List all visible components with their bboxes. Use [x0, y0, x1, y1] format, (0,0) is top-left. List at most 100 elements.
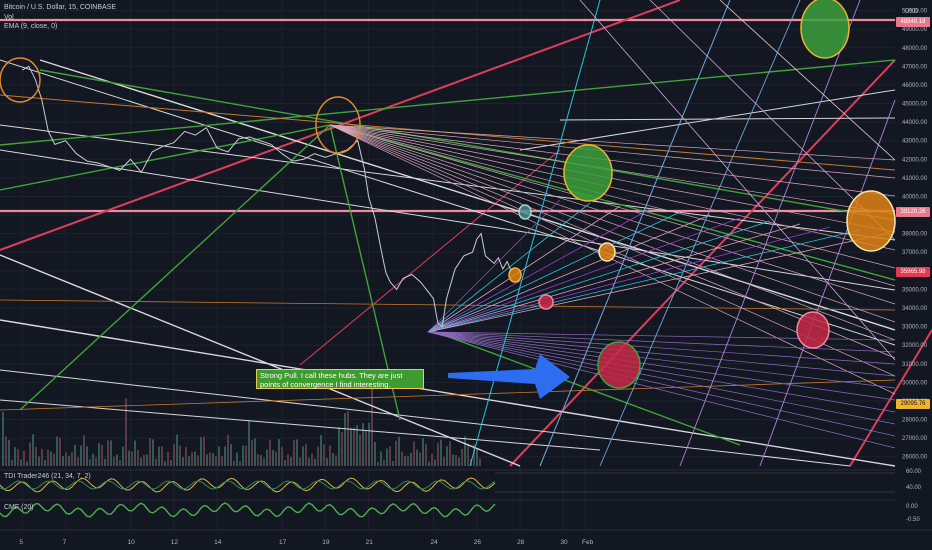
volume-bar	[323, 444, 325, 466]
volume-bar	[398, 436, 400, 466]
hub-circle-orange-filled	[846, 190, 896, 252]
volume-bar	[245, 445, 247, 466]
volume-bar	[431, 454, 433, 466]
ema-label: EMA (9, close, 0)	[4, 23, 58, 30]
volume-bar	[359, 434, 361, 466]
x-tick-label: 14	[214, 539, 222, 546]
volume-bar	[335, 455, 337, 466]
volume-bar	[44, 459, 46, 466]
volume-bar	[428, 461, 430, 466]
blue-arrow	[448, 354, 570, 399]
volume-bar	[419, 452, 421, 466]
y-tick-label: 43000.00	[902, 139, 928, 145]
x-tick-label: 30	[560, 539, 568, 546]
volume-bar	[74, 444, 76, 466]
volume-bar	[122, 446, 124, 466]
volume-bar	[221, 456, 223, 466]
volume-bar	[404, 455, 406, 466]
volume-bar	[104, 459, 106, 466]
volume-bar	[98, 443, 100, 466]
volume-bar	[467, 443, 469, 466]
y-tick-label: 37000.00	[902, 250, 928, 256]
hub-circle-orange	[0, 57, 41, 103]
indicator-tick-label: 40.00	[906, 485, 922, 491]
volume-label: Vol	[4, 14, 14, 21]
price-label-48940: 48940.18	[896, 17, 930, 27]
volume-bar	[377, 461, 379, 466]
volume-bar	[218, 446, 220, 466]
volume-bar	[155, 458, 157, 466]
y-tick-label: 49000.00	[902, 27, 928, 33]
volume-bar	[41, 448, 43, 466]
volume-bar	[143, 454, 145, 466]
volume-bar	[416, 449, 418, 466]
chart-canvas: 50000.0049000.0048000.0047000.0046000.00…	[0, 0, 932, 546]
volume-bar	[92, 453, 94, 466]
volume-bar	[152, 439, 154, 466]
volume-bar	[83, 435, 85, 466]
volume-bar	[203, 436, 205, 466]
volume-bar	[434, 459, 436, 466]
volume-bar	[191, 452, 193, 466]
volume-bar	[272, 449, 274, 466]
volume-bar	[440, 439, 442, 466]
y-tick-label: 34000.00	[902, 306, 928, 312]
volume-bar	[368, 422, 370, 466]
volume-bar	[26, 461, 28, 466]
low-fan-line	[427, 331, 896, 437]
volume-bar	[479, 458, 481, 466]
y-tick-label: 27000.00	[902, 436, 928, 442]
volume-bar	[422, 438, 424, 466]
blue-trend-line	[539, 0, 731, 467]
volume-bar	[17, 449, 19, 466]
volume-bar	[455, 454, 457, 466]
volume-bar	[242, 445, 244, 466]
volume-bar	[71, 452, 73, 466]
volume-bar	[119, 460, 121, 466]
volume-bar	[305, 443, 307, 466]
volume-bar	[449, 441, 451, 466]
volume-bar	[158, 446, 160, 466]
volume-bar	[446, 446, 448, 466]
volume-bar	[302, 446, 304, 466]
y-tick-label: 26000.00	[902, 455, 928, 461]
volume-bar	[296, 439, 298, 466]
volume-bar	[167, 452, 169, 466]
volume-bar	[353, 427, 355, 466]
low-fan-line	[427, 223, 801, 333]
volume-bar	[452, 454, 454, 466]
white-trend-line	[0, 399, 601, 451]
x-tick-label: 10	[128, 539, 136, 546]
y-tick-label: 31000.00	[902, 362, 928, 368]
volume-bar	[50, 451, 52, 466]
y-tick-label: 32000.00	[902, 343, 928, 349]
hub-circle-small-orange	[508, 267, 522, 283]
volume-bar	[116, 454, 118, 466]
volume-bar	[134, 440, 136, 466]
volume-bar	[251, 440, 253, 466]
volume-bar	[437, 442, 439, 466]
volume-bar	[311, 453, 313, 466]
volume-bar	[128, 450, 130, 466]
volume-bar	[299, 457, 301, 466]
volume-bar	[239, 460, 241, 466]
volume-bar	[125, 398, 127, 466]
volume-bar	[365, 430, 367, 466]
volume-bar	[86, 446, 88, 466]
tdi-line	[0, 477, 496, 493]
volume-bar	[101, 445, 103, 466]
x-tick-label: 17	[279, 539, 287, 546]
hub-circle-small-orange	[598, 242, 616, 262]
y-tick-label: 46000.00	[902, 83, 928, 89]
x-tick-label: 7	[63, 539, 67, 546]
volume-bar	[320, 435, 322, 466]
volume-bar	[281, 446, 283, 466]
cmf-indicator-label: CMF (20)	[4, 504, 34, 511]
volume-bar	[263, 457, 265, 466]
volume-bar	[362, 423, 364, 466]
volume-bar	[392, 461, 394, 466]
volume-bar	[233, 460, 235, 466]
volume-bar	[476, 449, 478, 466]
price-label-29095: 29095.76	[896, 399, 930, 409]
annotation-note[interactable]: Strong Pull. I call these hubs. They are…	[256, 369, 424, 389]
